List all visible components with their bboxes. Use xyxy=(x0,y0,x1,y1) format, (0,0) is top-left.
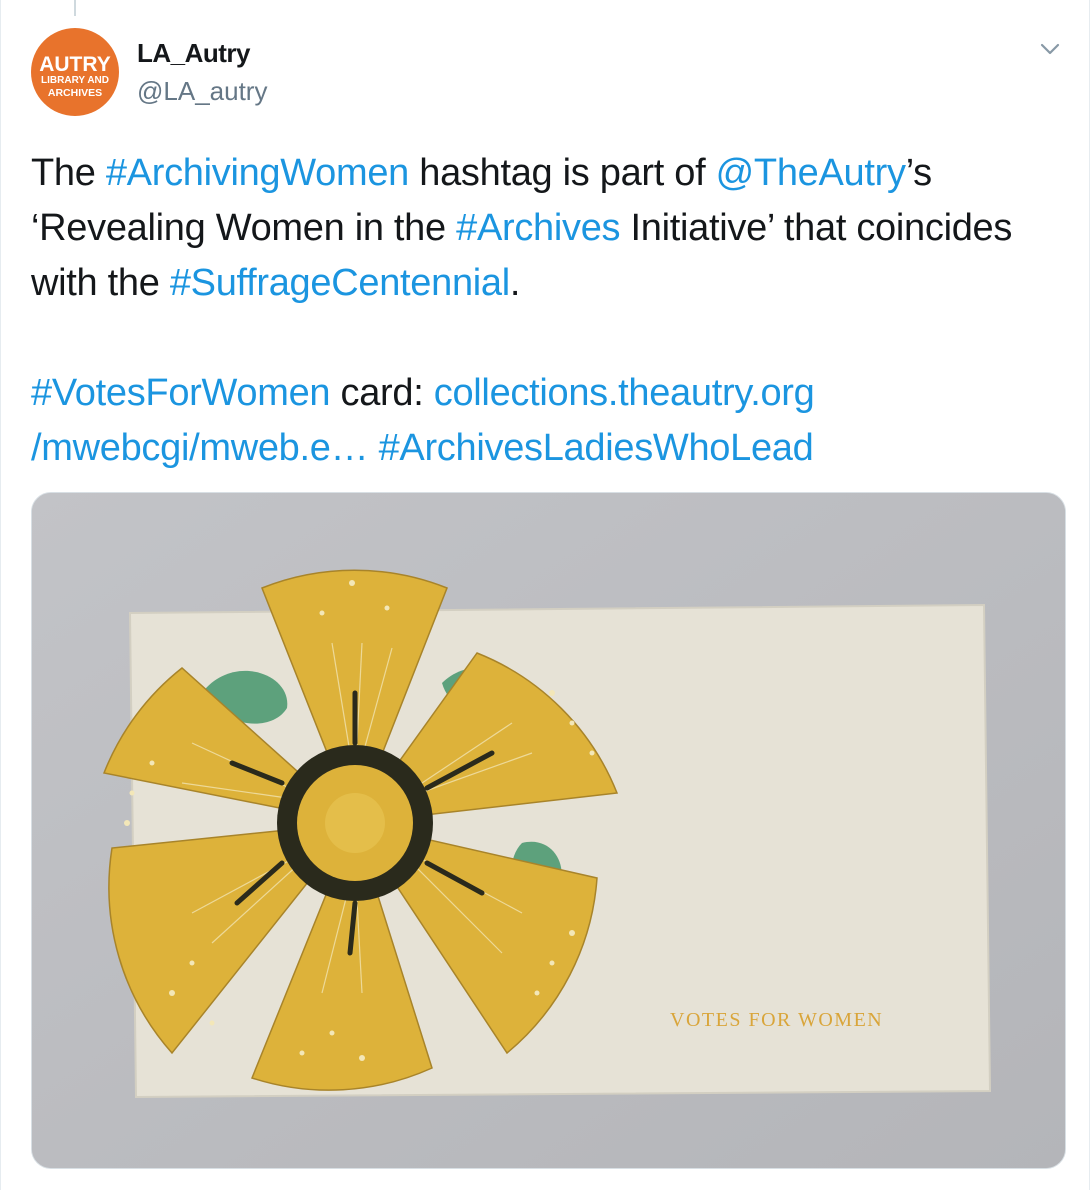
url-part-1[interactable]: collections.theautry.org xyxy=(434,372,815,414)
tweet-text: The #ArchivingWomen hashtag is part of @… xyxy=(31,146,1061,476)
avatar-text-line2: LIBRARY AND xyxy=(41,75,109,86)
tweet-paragraph-2: #VotesForWomen card: collections.theautr… xyxy=(31,366,1061,476)
hashtag-archivesladieswholead-link[interactable]: #ArchivesLadiesWhoLead xyxy=(379,427,814,469)
tweet-media-image[interactable]: VOTES FOR WOMEN xyxy=(31,492,1066,1169)
tweet-paragraph-1: The #ArchivingWomen hashtag is part of @… xyxy=(31,146,1061,311)
thread-line xyxy=(74,0,76,16)
avatar-text-line3: ARCHIVES xyxy=(47,87,103,99)
author-handle[interactable]: @LA_autry xyxy=(137,76,267,107)
text-span: hashtag is part of xyxy=(409,152,716,194)
text-span: card: xyxy=(330,372,434,414)
hashtag-archives-link[interactable]: #Archives xyxy=(456,207,620,249)
text-span: The xyxy=(31,152,106,194)
url-part-2[interactable]: /mwebcgi/mweb.e… xyxy=(31,427,369,469)
hashtag-votesforwomen-link[interactable]: #VotesForWomen xyxy=(31,372,331,414)
avatar[interactable]: AUTRY LIBRARY AND ARCHIVES xyxy=(31,28,119,116)
hashtag-suffragecentennial-link[interactable]: #SuffrageCentennial xyxy=(170,262,510,304)
text-span: . xyxy=(509,262,521,304)
card-caption: VOTES FOR WOMEN xyxy=(670,1009,883,1031)
mention-theautry-link[interactable]: @TheAutry xyxy=(716,152,906,194)
author-display-name[interactable]: LA_Autry xyxy=(137,38,251,69)
votes-for-women-card-photo: VOTES FOR WOMEN xyxy=(32,493,1065,1168)
tweet[interactable]: AUTRY LIBRARY AND ARCHIVES LA_Autry @LA_… xyxy=(0,0,1090,1190)
hashtag-archivingwomen-link[interactable]: #ArchivingWomen xyxy=(106,152,409,194)
avatar-text-line1: AUTRY xyxy=(39,53,111,76)
chevron-down-icon[interactable] xyxy=(1035,34,1065,64)
